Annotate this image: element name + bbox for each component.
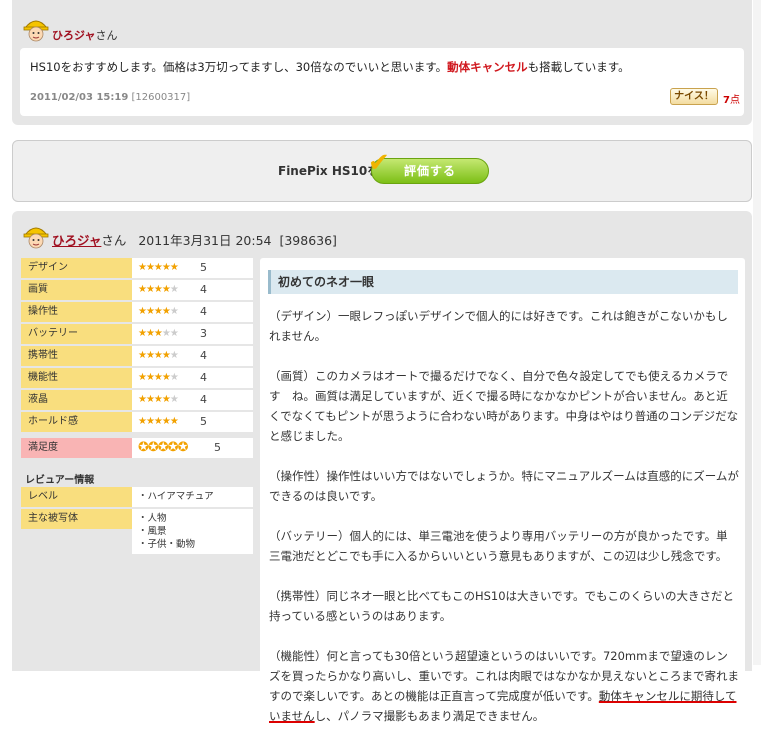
rating-row: バッテリー ★★★★★ 3 xyxy=(21,324,253,344)
rating-row: 操作性 ★★★★★ 4 xyxy=(21,302,253,322)
rating-row: 携帯性 ★★★★★ 4 xyxy=(21,346,253,366)
rating-value-cell: ★★★★★ 3 xyxy=(132,324,253,344)
review-datetime: 2011年3月31日 20:54 xyxy=(138,233,272,248)
star-rating-icon: ★★★★★ xyxy=(138,372,179,383)
review-username-link[interactable]: ひろジャ xyxy=(52,233,101,248)
answer-id: [12600317] xyxy=(131,92,191,103)
star-rating-icon: ★★★★★ xyxy=(138,394,179,405)
avatar xyxy=(22,223,50,252)
star-rating-icon: ★★★★★ xyxy=(138,262,179,273)
rating-value-cell: ★★★★★ 4 xyxy=(132,280,253,300)
satisfaction-row: 満足度 ✪✪✪✪✪ 5 xyxy=(21,438,253,458)
rating-row: ホールド感 ★★★★★ 5 xyxy=(21,412,253,432)
review-content: 初めてのネオ一眼 （デザイン）一眼レフっぽいデザインで個人的には好きです。これは… xyxy=(260,258,745,723)
review-paragraph: （バッテリー）個人的には、単三電池を使うより専用バッテリーの方が良かったです。単… xyxy=(269,529,728,563)
review-user-line: ひろジャさん 2011年3月31日 20:54 [398636] xyxy=(52,230,337,249)
rating-label: 機能性 xyxy=(21,368,132,388)
subject-item: ・人物 xyxy=(138,513,167,524)
rating-row: 機能性 ★★★★★ 4 xyxy=(21,368,253,388)
nice-count: 7点 xyxy=(723,91,740,106)
rating-label: 画質 xyxy=(21,280,132,300)
username-link[interactable]: ひろジャ xyxy=(52,29,95,42)
scrollbar[interactable] xyxy=(753,0,761,665)
review-last-after: し、パノラマ撮影もあまり満足できません。 xyxy=(314,709,545,723)
review-paragraph: （デザイン）一眼レフっぽいデザインで個人的には好きです。これは飽きがこないかもし… xyxy=(269,309,728,343)
review-panel: ひろジャさん 2011年3月31日 20:54 [398636] デザイン ★★★… xyxy=(12,211,752,723)
answer-meta: 2011/02/03 15:19 [12600317] xyxy=(30,92,190,103)
star-rating-icon: ★★★★★ xyxy=(138,306,179,317)
rating-row: デザイン ★★★★★ 5 xyxy=(21,258,253,278)
star-rating-icon: ★★★★★ xyxy=(138,416,179,427)
review-paragraph-last: （機能性）何と言っても30倍という超望遠というのはいいです。720mmまで望遠の… xyxy=(269,646,739,726)
rating-row: 液晶 ★★★★★ 4 xyxy=(21,390,253,410)
nice-count-unit: 点 xyxy=(729,95,740,106)
rating-number: 4 xyxy=(200,283,207,296)
answer-text-before: HS10をおすすめします。価格は3万切ってますし、30倍なのでいいと思います。 xyxy=(30,60,448,74)
rating-value-cell: ★★★★★ 4 xyxy=(132,302,253,322)
user-suffix: さん xyxy=(95,29,118,42)
reviewer-subject-row: 主な被写体 ・人物 ・風景 ・子供・動物 xyxy=(21,509,253,554)
review-id: [398636] xyxy=(279,233,337,248)
user-line: ひろジャさん xyxy=(52,27,117,43)
answer-datetime: 2011/02/03 15:19 xyxy=(30,92,129,103)
rating-number: 5 xyxy=(200,261,207,274)
answer-text: HS10をおすすめします。価格は3万切ってますし、30倍なのでいいと思います。動… xyxy=(30,59,630,75)
rating-value-cell: ✪✪✪✪✪ 5 xyxy=(132,438,253,458)
star-rating-icon: ✪✪✪✪✪ xyxy=(138,440,188,455)
rating-label: バッテリー xyxy=(21,324,132,344)
answer-body: HS10をおすすめします。価格は3万切ってますし、30倍なのでいいと思います。動… xyxy=(20,48,744,116)
rating-label: 満足度 xyxy=(21,438,132,458)
answer-text-after: も搭載しています。 xyxy=(527,60,630,74)
review-body: （デザイン）一眼レフっぽいデザインで個人的には好きです。これは飽きがこないかもし… xyxy=(269,306,739,746)
rating-label: 携帯性 xyxy=(21,346,132,366)
rating-value-cell: ★★★★★ 4 xyxy=(132,390,253,410)
nice-button[interactable]: ナイス！ xyxy=(670,88,718,105)
reviewer-subject-label: 主な被写体 xyxy=(21,509,132,529)
rating-value-cell: ★★★★★ 4 xyxy=(132,368,253,388)
evaluate-button-label: 評価する xyxy=(403,164,456,178)
rating-number: 5 xyxy=(214,441,221,454)
avatar xyxy=(22,16,50,45)
reviewer-level-row: レベル ・ハイアマチュア xyxy=(21,487,253,507)
nice-count-value: 7 xyxy=(723,95,730,106)
rating-label: ホールド感 xyxy=(21,412,132,432)
evaluate-button[interactable]: ✔ 評価する xyxy=(368,150,489,184)
rating-value-cell: ★★★★★ 5 xyxy=(132,258,253,278)
review-paragraph: （操作性）操作性はいい方ではないでしょうか。特にマニュアルズームは直感的にズーム… xyxy=(269,469,739,503)
rating-row: 画質 ★★★★★ 4 xyxy=(21,280,253,300)
reviewer-info-title: レビュアー情報 xyxy=(25,475,95,486)
ratings-table: デザイン ★★★★★ 5 画質 ★★★★★ 4 操作性 ★★★★★ 4 バッテリー ★★★★★ 3 携帯… xyxy=(21,258,253,460)
rating-label: 操作性 xyxy=(21,302,132,322)
prev-answer-panel: ひろジャさん HS10をおすすめします。価格は3万切ってますし、30倍なのでいい… xyxy=(12,0,752,125)
rating-number: 4 xyxy=(200,305,207,318)
review-paragraph: （画質）このカメラはオートで撮るだけでなく、自分で色々設定してでも使えるカメラで… xyxy=(269,369,739,443)
rating-number: 4 xyxy=(200,393,207,406)
review-paragraph: （携帯性）同じネオ一眼と比べてもこのHS10は大きいです。でもこのくらいの大きさ… xyxy=(269,589,735,623)
review-user-suffix: さん xyxy=(101,233,127,248)
rating-label: 液晶 xyxy=(21,390,132,410)
rating-value-cell: ★★★★★ 4 xyxy=(132,346,253,366)
rating-number: 4 xyxy=(200,371,207,384)
rating-number: 3 xyxy=(200,327,207,340)
rating-number: 5 xyxy=(200,415,207,428)
reviewer-level-value: ・ハイアマチュア xyxy=(132,487,253,507)
star-rating-icon: ★★★★★ xyxy=(138,350,179,361)
answer-highlight: 動体キャンセル xyxy=(447,60,528,74)
star-rating-icon: ★★★★★ xyxy=(138,284,179,295)
rating-number: 4 xyxy=(200,349,207,362)
rating-label: デザイン xyxy=(21,258,132,278)
star-rating-icon: ★★★★★ xyxy=(138,328,179,339)
reviewer-subject-values: ・人物 ・風景 ・子供・動物 xyxy=(132,509,253,554)
subject-item: ・風景 xyxy=(138,526,167,537)
rating-value-cell: ★★★★★ 5 xyxy=(132,412,253,432)
check-icon: ✔ xyxy=(368,148,391,178)
review-title: 初めてのネオ一眼 xyxy=(268,270,738,294)
rate-product-label: FinePix HS10を xyxy=(278,164,380,178)
subject-item: ・子供・動物 xyxy=(138,539,196,550)
rate-product-bar: FinePix HS10を ✔ 評価する xyxy=(12,140,752,202)
reviewer-level-label: レベル xyxy=(21,487,132,507)
